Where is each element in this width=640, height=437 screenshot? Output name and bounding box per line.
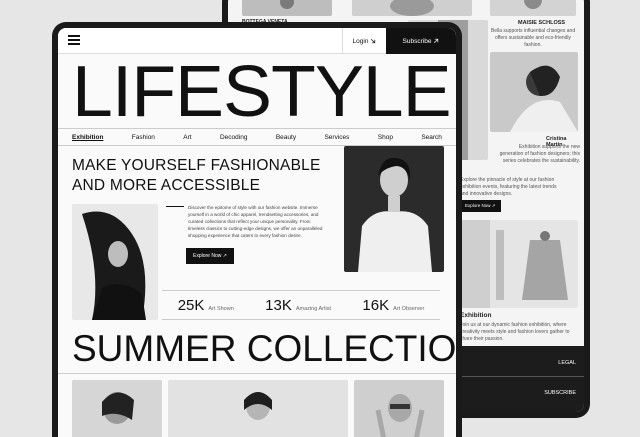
- stats-row: 25K Art Shown 13K Amazing Artist 16K Art…: [162, 290, 440, 320]
- photo-top-right: [490, 0, 576, 16]
- nav-services[interactable]: Services: [324, 134, 349, 141]
- arrow-up-right-icon: [434, 38, 439, 44]
- intro-text: Explore the pinnacle of style at our fas…: [460, 177, 557, 197]
- photo-hair-portrait: [72, 204, 158, 320]
- stat-art-observer: 16K Art Observer: [362, 297, 424, 314]
- stat-label: Art Observer: [393, 305, 425, 312]
- subscribe-label: Subscribe: [402, 37, 432, 45]
- collection-title: SUMMER COLLECTION: [72, 328, 456, 369]
- photo-top-middle: [352, 0, 472, 16]
- collection-photo-2[interactable]: [168, 380, 348, 437]
- model2-desc: Exhibition supports the new generation o…: [499, 144, 580, 164]
- section-desc: Join us at our dynamic fashion exhibitio…: [460, 322, 570, 342]
- hero-headline: MAKE YOURSELF FASHIONABLE AND MORE ACCES…: [72, 157, 321, 195]
- footer-legal-link[interactable]: LEGAL: [558, 360, 576, 366]
- photo-top-left: [242, 0, 332, 16]
- photo-hero-portrait: [344, 146, 444, 272]
- nav-beauty[interactable]: Beauty: [276, 134, 296, 141]
- nav-search[interactable]: Search: [421, 134, 442, 141]
- collection-photo-3[interactable]: [354, 380, 444, 437]
- description-rule: [166, 206, 184, 207]
- collection-photo-1[interactable]: [72, 380, 162, 437]
- hero-description: Discover the epitome of style with our f…: [188, 205, 323, 238]
- footer-subscribe-link[interactable]: SUBSCRIBE: [544, 390, 576, 396]
- stat-value: 13K: [265, 296, 292, 314]
- hero-title: LIFESTYLE: [72, 52, 452, 132]
- stat-label: Art Shown: [208, 305, 234, 312]
- model1-desc: Bella supports influential changes and o…: [490, 28, 576, 48]
- stat-art-shown: 25K Art Shown: [178, 297, 234, 314]
- login-button[interactable]: Login: [342, 28, 386, 54]
- front-screen: Login Subscribe LIFESTYLE Exhibition Fas…: [58, 28, 456, 437]
- stat-amazing-artist: 13K Amazing Artist: [265, 297, 331, 314]
- back-explore-button[interactable]: Explore Now ↗: [460, 200, 501, 212]
- user-icon: [371, 38, 376, 44]
- photo-boutique: [460, 220, 578, 308]
- stat-value: 16K: [362, 296, 390, 314]
- photo-model2: [490, 52, 578, 132]
- top-bar: Login Subscribe: [58, 28, 456, 54]
- nav-decoding[interactable]: Decoding: [220, 134, 247, 141]
- nav-fashion[interactable]: Fashion: [132, 134, 155, 141]
- footer-divider: [460, 376, 584, 377]
- stat-label: Amazing Artist: [295, 305, 332, 312]
- hamburger-menu-icon[interactable]: [68, 35, 80, 45]
- nav-shop[interactable]: Shop: [378, 134, 393, 141]
- main-nav: Exhibition Fashion Art Decoding Beauty S…: [58, 128, 456, 146]
- collection-divider: [58, 373, 456, 374]
- model1-name: MAISIE SCHLOSS: [518, 20, 566, 26]
- explore-now-button[interactable]: Explore Now ↗: [186, 248, 234, 264]
- section-title: Exhibition: [460, 312, 492, 319]
- stat-value: 25K: [177, 296, 205, 314]
- nav-exhibition[interactable]: Exhibition: [72, 134, 103, 141]
- front-device-frame: Login Subscribe LIFESTYLE Exhibition Fas…: [52, 22, 462, 437]
- login-label: Login: [352, 37, 369, 45]
- nav-art[interactable]: Art: [183, 134, 191, 141]
- subscribe-button[interactable]: Subscribe: [386, 28, 456, 54]
- back-footer: LEGAL SUBSCRIBE: [460, 346, 584, 412]
